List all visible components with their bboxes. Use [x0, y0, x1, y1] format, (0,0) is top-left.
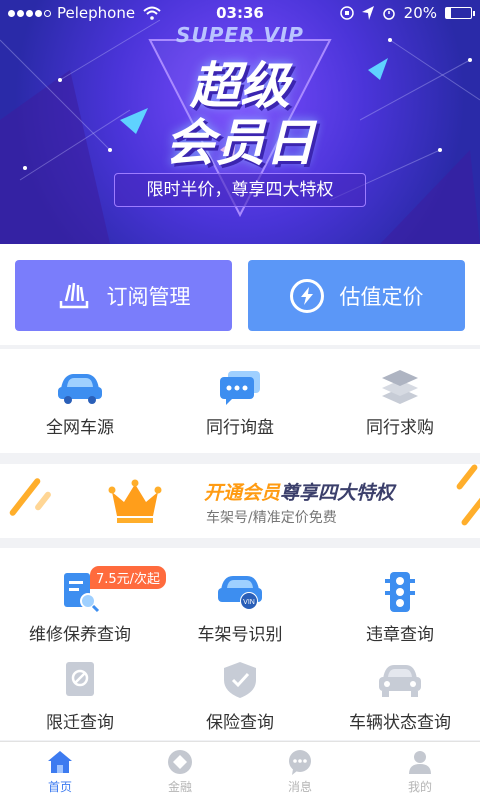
restricted-doc-icon [53, 658, 107, 702]
stacked-layers-icon [373, 367, 427, 407]
service-label: 保险查询 [206, 713, 274, 733]
service-violation-query[interactable]: 违章查询 [320, 570, 480, 645]
valuation-label: 估值定价 [339, 284, 424, 309]
location-arrow-icon [361, 6, 374, 20]
service-relocation-restriction[interactable]: 限迁查询 [0, 658, 160, 733]
quick-access-row: 全网车源 同行询盘 同行求购 [0, 349, 480, 453]
service-vin-recognition[interactable]: VIN 车架号识别 [160, 570, 320, 645]
chat-bubbles-icon [213, 367, 267, 407]
banner-headline-2: 会员日 [165, 114, 315, 172]
super-vip-text: SUPER VIP [176, 23, 304, 47]
wifi-icon [143, 6, 161, 20]
service-grid: 维修保养查询 7.5元/次起 VIN 车架号识别 违章查询 限迁查询 保险查询 … [0, 548, 480, 740]
tab-label: 我的 [407, 780, 432, 794]
quick-item-label: 同行求购 [366, 418, 434, 438]
carrier-name: Pelephone [57, 4, 136, 22]
service-vehicle-status[interactable]: 车辆状态查询 [320, 658, 480, 733]
service-label: 维修保养查询 [29, 625, 131, 645]
quick-item-label: 全网车源 [46, 418, 114, 438]
lightning-icon [289, 278, 324, 313]
alarm-icon [382, 8, 395, 20]
tab-messages[interactable]: 消息 [240, 742, 360, 800]
banner-tagline: 限时半价，尊享四大特权 [114, 173, 366, 207]
tab-label: 消息 [287, 780, 312, 794]
status-bar: Pelephone 03:36 20% [0, 0, 480, 26]
tab-home[interactable]: 首页 [0, 742, 120, 800]
shield-check-icon [213, 658, 267, 702]
promo-title: 开通会员尊享四大特权 [204, 478, 394, 505]
car-front-icon [373, 658, 427, 702]
profile-icon [406, 748, 434, 776]
quick-item-peer-inquiry[interactable]: 同行询盘 [160, 349, 320, 453]
service-label: 车架号识别 [197, 625, 283, 645]
action-buttons: 订阅管理 估值定价 [0, 244, 480, 345]
tab-label: 金融 [167, 780, 192, 794]
promo-subtitle: 车架号/精准定价免费 [206, 510, 337, 526]
battery-icon [445, 7, 475, 19]
price-badge: 7.5元/次起 [90, 566, 167, 589]
battery-percent: 20% [403, 4, 437, 22]
orientation-lock-icon [339, 6, 354, 20]
service-label: 限迁查询 [46, 713, 114, 733]
signal-strength-icon [8, 9, 51, 17]
vip-banner[interactable]: SUPER VIP 超级 会员日 限时半价，尊享四大特权 [0, 0, 480, 244]
subscribe-icon [57, 279, 91, 313]
quick-item-peer-purchase[interactable]: 同行求购 [320, 349, 480, 453]
promo-title-highlight: 开通会员 [204, 482, 281, 504]
promo-title-rest: 尊享四大特权 [280, 482, 395, 504]
message-icon [286, 748, 314, 776]
subscribe-label: 订阅管理 [106, 284, 191, 309]
membership-promo-banner[interactable]: 开通会员尊享四大特权 车架号/精准定价免费 [0, 464, 480, 538]
traffic-light-icon [373, 570, 427, 614]
finance-icon [166, 748, 194, 776]
tab-finance[interactable]: 金融 [120, 742, 240, 800]
quick-item-all-cars[interactable]: 全网车源 [0, 349, 160, 453]
crown-icon [108, 479, 162, 523]
home-icon [46, 748, 74, 776]
service-insurance-query[interactable]: 保险查询 [160, 658, 320, 733]
bottom-tab-bar: 首页 金融 消息 我的 [0, 741, 480, 800]
tab-profile[interactable]: 我的 [360, 742, 480, 800]
valuation-pricing-button[interactable]: 估值定价 [248, 260, 465, 331]
service-label: 违章查询 [366, 625, 434, 645]
car-icon [53, 367, 107, 407]
quick-item-label: 同行询盘 [206, 418, 274, 438]
tab-label: 首页 [47, 780, 72, 794]
svg-text:VIN: VIN [243, 599, 255, 606]
vin-car-icon: VIN [213, 570, 267, 614]
service-label: 车辆状态查询 [349, 713, 451, 733]
subscribe-management-button[interactable]: 订阅管理 [15, 260, 232, 331]
